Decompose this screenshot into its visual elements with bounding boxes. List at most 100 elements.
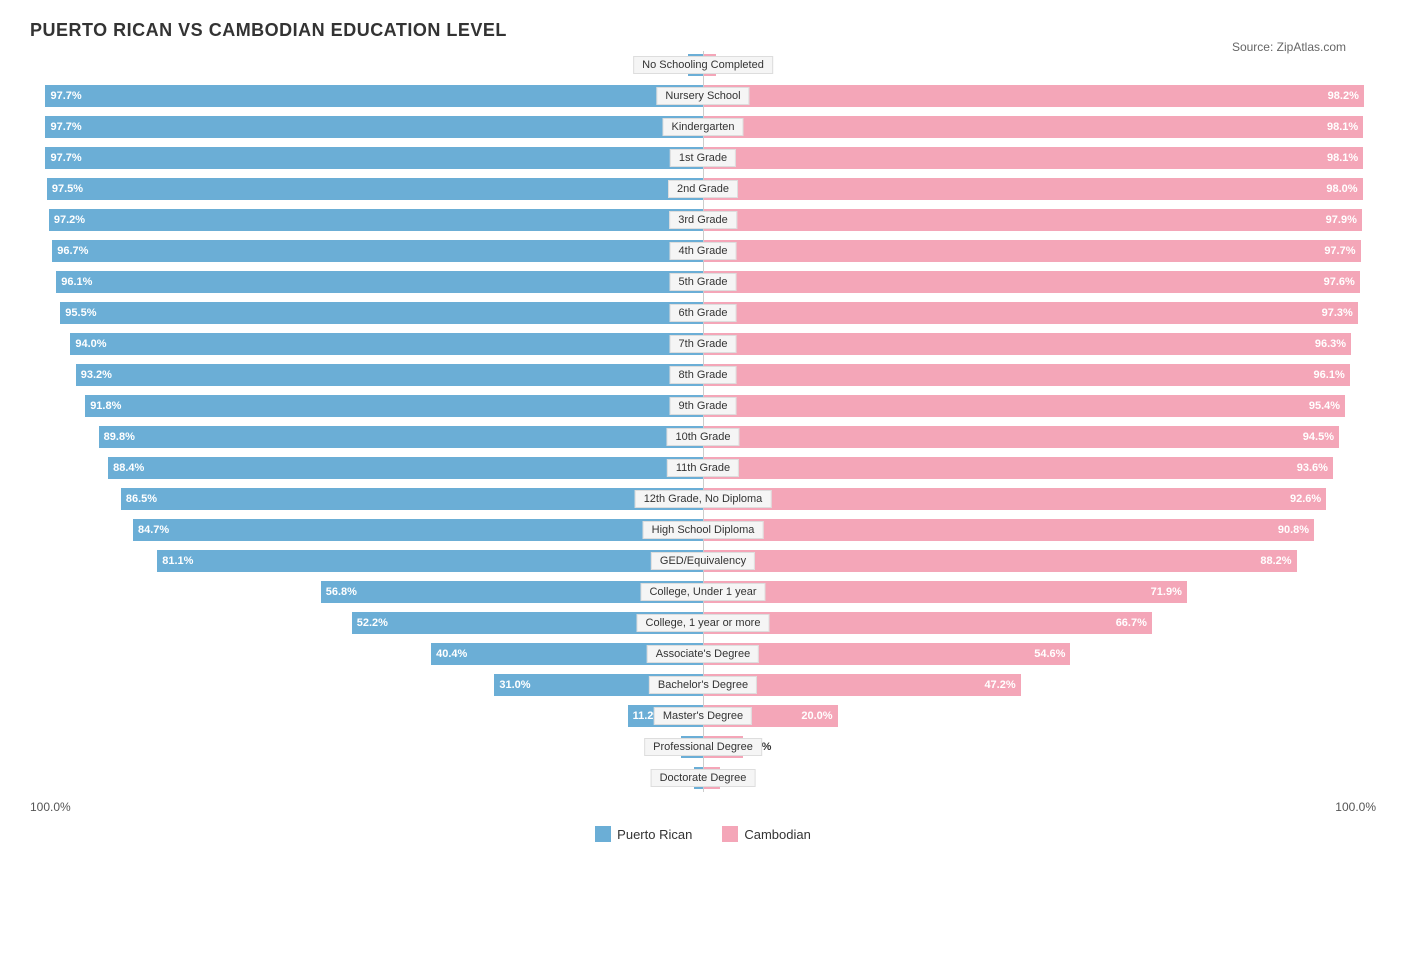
bar-val-right: 97.9% bbox=[1326, 214, 1357, 226]
bar-val-left: 40.4% bbox=[436, 648, 467, 660]
bar-right: 97.7% bbox=[703, 240, 1361, 262]
bar-val-right: 88.2% bbox=[1260, 555, 1291, 567]
left-bar-container: 2.3% bbox=[30, 51, 703, 79]
left-bar-container: 31.0% bbox=[30, 671, 703, 699]
left-bar-container: 81.1% bbox=[30, 547, 703, 575]
bar-left: 89.8% bbox=[99, 426, 703, 448]
bar-label: College, Under 1 year bbox=[640, 583, 765, 601]
bar-label: Master's Degree bbox=[654, 707, 752, 725]
bar-val-right: 90.8% bbox=[1278, 524, 1309, 536]
bar-val-left: 97.7% bbox=[50, 121, 81, 133]
bar-right: 71.9% bbox=[703, 581, 1187, 603]
bar-val-right: 96.1% bbox=[1314, 369, 1345, 381]
right-bar-container: 6.0% bbox=[703, 733, 1376, 761]
bar-label: 8th Grade bbox=[670, 366, 737, 384]
rows-wrapper: 2.3%No Schooling Completed1.9%97.7%Nurse… bbox=[30, 51, 1376, 792]
bar-right: 93.6% bbox=[703, 457, 1333, 479]
bar-left: 96.1% bbox=[56, 271, 703, 293]
bar-val-right: 97.6% bbox=[1324, 276, 1355, 288]
legend: Puerto Rican Cambodian bbox=[30, 826, 1376, 842]
bar-label: Professional Degree bbox=[644, 738, 762, 756]
right-bar-container: 96.3% bbox=[703, 330, 1376, 358]
legend-label-right: Cambodian bbox=[744, 827, 811, 842]
bar-val-left: 31.0% bbox=[499, 679, 530, 691]
bar-val-right: 20.0% bbox=[801, 710, 832, 722]
left-bar-container: 91.8% bbox=[30, 392, 703, 420]
bar-val-right: 98.0% bbox=[1326, 183, 1357, 195]
bar-val-left: 56.8% bbox=[326, 586, 357, 598]
bar-left: 93.2% bbox=[76, 364, 703, 386]
bar-left: 84.7% bbox=[133, 519, 703, 541]
right-bar-container: 96.1% bbox=[703, 361, 1376, 389]
bar-label: Nursery School bbox=[656, 87, 749, 105]
bar-val-right: 94.5% bbox=[1303, 431, 1334, 443]
right-bar-container: 20.0% bbox=[703, 702, 1376, 730]
bar-val-left: 81.1% bbox=[162, 555, 193, 567]
right-bar-container: 98.1% bbox=[703, 144, 1376, 172]
left-bar-container: 94.0% bbox=[30, 330, 703, 358]
right-bar-container: 94.5% bbox=[703, 423, 1376, 451]
bar-right: 92.6% bbox=[703, 488, 1326, 510]
left-bar-container: 96.7% bbox=[30, 237, 703, 265]
bar-left: 95.5% bbox=[60, 302, 703, 324]
right-bar-container: 97.3% bbox=[703, 299, 1376, 327]
left-bar-container: 97.2% bbox=[30, 206, 703, 234]
left-bar-container: 97.5% bbox=[30, 175, 703, 203]
bar-right: 96.1% bbox=[703, 364, 1350, 386]
bar-label: 2nd Grade bbox=[668, 180, 738, 198]
bar-right: 96.3% bbox=[703, 333, 1351, 355]
bar-right: 97.3% bbox=[703, 302, 1358, 324]
left-bar-container: 86.5% bbox=[30, 485, 703, 513]
bar-val-right: 98.1% bbox=[1327, 121, 1358, 133]
bar-val-right: 71.9% bbox=[1151, 586, 1182, 598]
bar-val-left: 94.0% bbox=[75, 338, 106, 350]
right-bar-container: 92.6% bbox=[703, 485, 1376, 513]
bar-left: 97.7% bbox=[45, 116, 703, 138]
left-bar-container: 95.5% bbox=[30, 299, 703, 327]
bar-right: 97.6% bbox=[703, 271, 1360, 293]
bar-right: 90.8% bbox=[703, 519, 1314, 541]
bar-left: 97.5% bbox=[47, 178, 703, 200]
bar-val-right: 97.3% bbox=[1322, 307, 1353, 319]
bar-label: 1st Grade bbox=[670, 149, 736, 167]
right-bar-container: 97.7% bbox=[703, 237, 1376, 265]
bar-left: 86.5% bbox=[121, 488, 703, 510]
bar-left: 94.0% bbox=[70, 333, 703, 355]
bar-label: Bachelor's Degree bbox=[649, 676, 757, 694]
bar-left: 96.7% bbox=[52, 240, 703, 262]
bar-val-right: 54.6% bbox=[1034, 648, 1065, 660]
left-bar-container: 56.8% bbox=[30, 578, 703, 606]
bar-label: High School Diploma bbox=[643, 521, 764, 539]
left-bar-container: 40.4% bbox=[30, 640, 703, 668]
bar-left: 88.4% bbox=[108, 457, 703, 479]
legend-item-left: Puerto Rican bbox=[595, 826, 692, 842]
bar-label: 11th Grade bbox=[667, 459, 739, 477]
right-bar-container: 97.6% bbox=[703, 268, 1376, 296]
bar-label: 6th Grade bbox=[670, 304, 737, 322]
right-bar-container: 54.6% bbox=[703, 640, 1376, 668]
bar-right: 98.2% bbox=[703, 85, 1364, 107]
right-bar-container: 2.6% bbox=[703, 764, 1376, 792]
right-bar-container: 47.2% bbox=[703, 671, 1376, 699]
bar-val-right: 93.6% bbox=[1297, 462, 1328, 474]
right-bar-container: 90.8% bbox=[703, 516, 1376, 544]
bar-val-right: 47.2% bbox=[984, 679, 1015, 691]
legend-item-right: Cambodian bbox=[722, 826, 811, 842]
right-bar-container: 71.9% bbox=[703, 578, 1376, 606]
axis-labels: 100.0% 100.0% bbox=[30, 800, 1376, 814]
bar-val-left: 86.5% bbox=[126, 493, 157, 505]
bar-label: 7th Grade bbox=[670, 335, 737, 353]
left-bar-container: 88.4% bbox=[30, 454, 703, 482]
right-bar-container: 88.2% bbox=[703, 547, 1376, 575]
right-bar-container: 98.1% bbox=[703, 113, 1376, 141]
legend-box-left bbox=[595, 826, 611, 842]
bar-label: 5th Grade bbox=[670, 273, 737, 291]
bar-label: College, 1 year or more bbox=[637, 614, 770, 632]
bar-val-right: 98.2% bbox=[1328, 90, 1359, 102]
axis-left: 100.0% bbox=[30, 800, 71, 814]
legend-box-right bbox=[722, 826, 738, 842]
bar-val-right: 66.7% bbox=[1116, 617, 1147, 629]
legend-label-left: Puerto Rican bbox=[617, 827, 692, 842]
left-bar-container: 97.7% bbox=[30, 144, 703, 172]
left-bar-container: 97.7% bbox=[30, 82, 703, 110]
